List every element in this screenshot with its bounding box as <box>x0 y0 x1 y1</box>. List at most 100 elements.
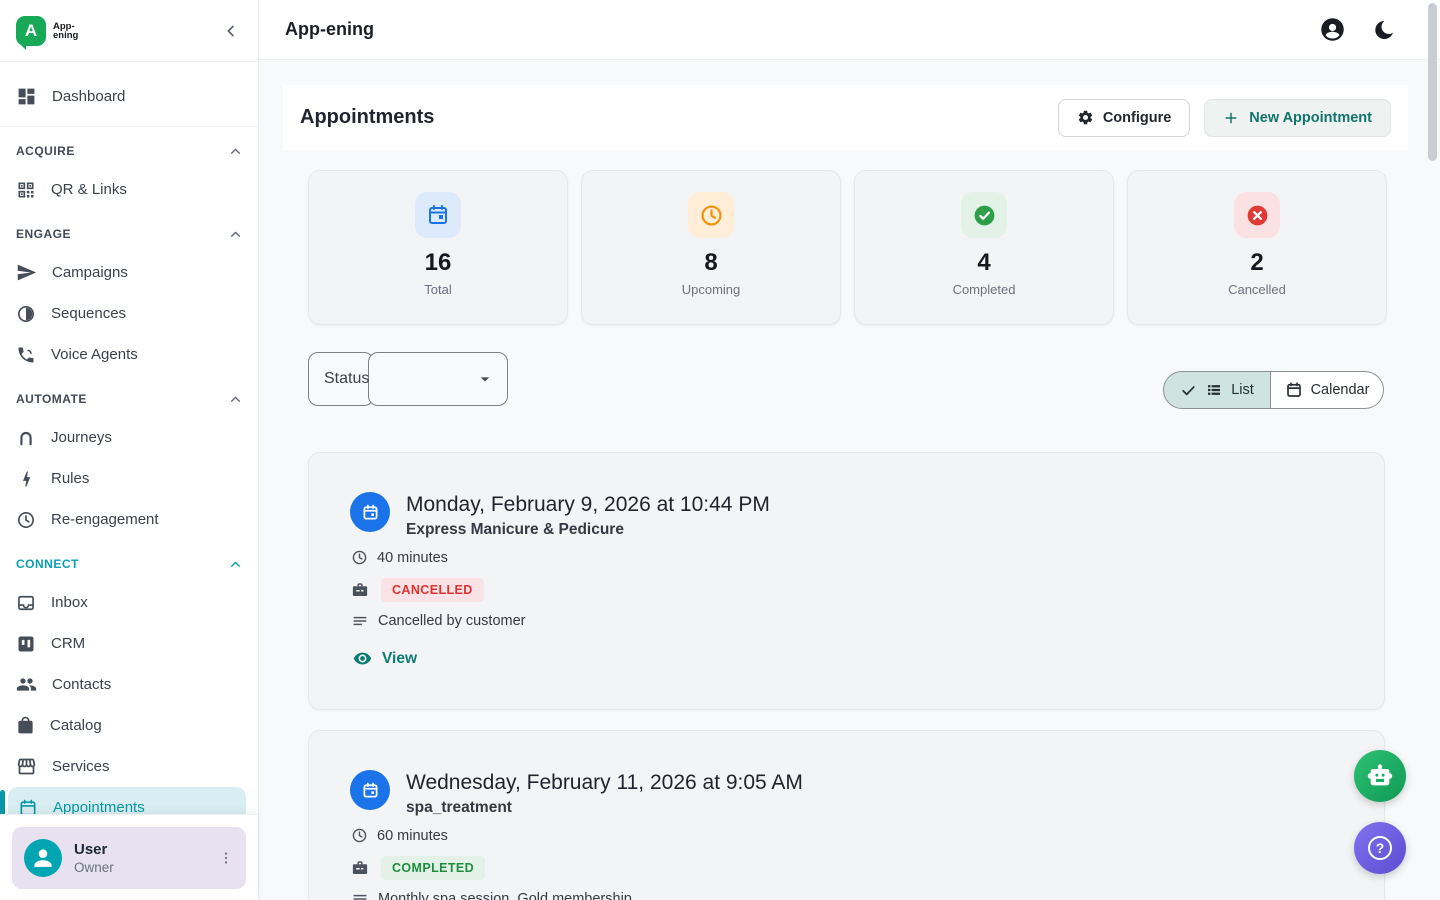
sidebar-item-appointments[interactable]: Appointments <box>8 787 246 814</box>
appointment-note-row: Cancelled by customer <box>351 612 526 630</box>
page-title: Appointments <box>300 106 434 129</box>
sidebar-section-automate[interactable]: AUTOMATE <box>0 381 258 417</box>
main-content: Appointments Configure New Appointment <box>259 60 1440 900</box>
sidebar-item-label: Appointments <box>53 799 145 814</box>
appointment-status-row: CANCELLED <box>351 578 484 602</box>
topbar-actions <box>1319 16 1396 43</box>
sidebar-section-connect[interactable]: CONNECT <box>0 546 258 582</box>
theme-toggle-button[interactable] <box>1372 18 1396 42</box>
sidebar-item-services[interactable]: Services <box>0 746 258 787</box>
appointment-card: Monday, February 9, 2026 at 10:44 PM Exp… <box>308 452 1385 710</box>
account-button[interactable] <box>1319 16 1346 43</box>
sidebar-section-acquire[interactable]: ACQUIRE <box>0 133 258 169</box>
shopping-bag-icon <box>16 716 35 735</box>
sidebar-item-campaigns[interactable]: Campaigns <box>0 252 258 293</box>
stat-label: Cancelled <box>1228 282 1286 297</box>
clock-icon <box>16 510 36 530</box>
user-role: Owner <box>74 860 200 875</box>
topbar: App-ening <box>259 0 1440 60</box>
appointment-header: Monday, February 9, 2026 at 10:44 PM Exp… <box>350 492 770 539</box>
help-fab[interactable]: ? <box>1354 822 1406 874</box>
badge-icon <box>351 581 369 599</box>
appointment-note: Cancelled by customer <box>378 613 526 629</box>
chatbot-fab[interactable] <box>1354 750 1406 802</box>
sidebar-item-contacts[interactable]: Contacts <box>0 664 258 705</box>
configure-button[interactable]: Configure <box>1058 99 1190 137</box>
sidebar-item-label: Inbox <box>51 594 88 611</box>
stats-row: 16 Total 8 Upcoming 4 Completed <box>308 170 1387 325</box>
sidebar-item-dashboard[interactable]: Dashboard <box>0 76 258 116</box>
badge-icon <box>351 859 369 877</box>
gear-icon <box>1077 109 1094 126</box>
stat-tile <box>415 192 461 238</box>
account-circle-icon <box>1319 16 1346 43</box>
appointment-service: Express Manicure & Pedicure <box>406 521 770 539</box>
calendar-icon <box>360 502 381 523</box>
user-name: User <box>74 841 200 858</box>
inbox-icon <box>16 593 36 613</box>
sidebar-item-re-engagement[interactable]: Re-engagement <box>0 499 258 540</box>
view-toggle-list[interactable]: List <box>1163 371 1271 409</box>
user-avatar <box>24 839 62 877</box>
status-filter-select[interactable]: Status <box>308 352 508 406</box>
clock-icon <box>351 549 368 566</box>
chevron-up-icon <box>229 145 242 158</box>
sidebar-item-label: CRM <box>51 635 85 652</box>
sidebar-item-label: Campaigns <box>52 264 128 281</box>
appointment-duration: 40 minutes <box>377 550 448 566</box>
sidebar-item-label: Re-engagement <box>51 511 159 528</box>
sidebar-item-label: Contacts <box>52 676 111 693</box>
sidebar-item-inbox[interactable]: Inbox <box>0 582 258 623</box>
calendar-icon <box>426 203 450 227</box>
status-badge: CANCELLED <box>381 578 484 602</box>
appointment-note-row: Monthly spa session, Gold membership <box>351 890 632 900</box>
app-logo: A App- ening <box>16 16 78 46</box>
stat-value: 4 <box>977 249 990 277</box>
appointment-calendar-badge <box>350 492 390 532</box>
eye-icon <box>353 649 372 668</box>
status-filter-label: Status <box>324 370 369 388</box>
calendar-icon <box>1285 381 1303 399</box>
sidebar-item-label: Catalog <box>50 717 102 734</box>
stat-tile <box>1234 192 1280 238</box>
sidebar-nav: Dashboard ACQUIRE QR & Links ENGAGE Camp… <box>0 62 258 814</box>
stat-tile <box>688 192 734 238</box>
page-header-actions: Configure New Appointment <box>1058 99 1391 137</box>
dots-vertical-icon <box>218 850 234 866</box>
sidebar-item-rules[interactable]: Rules <box>0 458 258 499</box>
scrollbar-thumb[interactable] <box>1428 3 1437 161</box>
caret-down-icon <box>475 369 495 389</box>
chevron-up-icon <box>229 393 242 406</box>
clock-icon <box>351 827 368 844</box>
calendar-icon <box>18 798 38 815</box>
help-icon: ? <box>1368 836 1392 860</box>
new-appointment-button[interactable]: New Appointment <box>1204 99 1391 137</box>
sidebar-item-journeys[interactable]: Journeys <box>0 417 258 458</box>
robot-icon <box>1366 762 1394 790</box>
app-logo-text: App- ening <box>53 22 78 40</box>
sidebar-item-crm[interactable]: CRM <box>0 623 258 664</box>
sidebar-item-sequences[interactable]: Sequences <box>0 293 258 334</box>
qr-code-icon <box>16 180 36 200</box>
sidebar-collapse-button[interactable] <box>218 18 244 44</box>
user-menu-button[interactable] <box>212 844 240 872</box>
appointment-view-link[interactable]: View <box>353 649 417 668</box>
user-card: User Owner <box>12 827 246 889</box>
stat-value: 2 <box>1250 249 1263 277</box>
sidebar-item-qr-links[interactable]: QR & Links <box>0 169 258 210</box>
app-logo-letter: A <box>25 21 37 41</box>
stat-value: 16 <box>425 249 452 277</box>
stat-card-completed: 4 Completed <box>854 170 1114 325</box>
sidebar: A App- ening Dashboard ACQUIRE <box>0 0 259 900</box>
dashboard-icon <box>16 86 37 107</box>
sidebar-item-label: Sequences <box>51 305 126 322</box>
view-toggle-calendar[interactable]: Calendar <box>1271 371 1384 409</box>
sidebar-item-catalog[interactable]: Catalog <box>0 705 258 746</box>
sidebar-section-engage[interactable]: ENGAGE <box>0 216 258 252</box>
appointment-datetime: Wednesday, February 11, 2026 at 9:05 AM <box>406 770 803 796</box>
sidebar-item-voice-agents[interactable]: Voice Agents <box>0 334 258 375</box>
topbar-title: App-ening <box>285 19 374 40</box>
sidebar-item-label: Services <box>52 758 110 775</box>
appointment-calendar-badge <box>350 770 390 810</box>
chevron-up-icon <box>229 558 242 571</box>
